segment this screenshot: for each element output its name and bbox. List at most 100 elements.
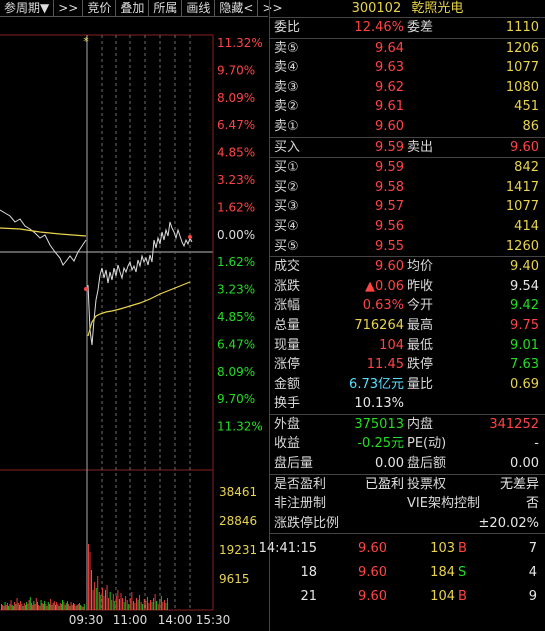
stat-label-2: 盘后额	[407, 456, 447, 472]
sell-level-row: 卖④ 9.63 1077	[270, 58, 545, 78]
expand-left-button[interactable]: >>	[54, 0, 84, 16]
info-row: 是否盈利 已盈利 投票权 无差异	[270, 475, 545, 495]
volume-bar	[26, 602, 28, 610]
volume-bar	[109, 592, 111, 610]
info-value: 已盈利	[364, 476, 404, 492]
draw-line-button[interactable]: 画线	[182, 0, 216, 16]
price-line	[87, 221, 193, 346]
volume-bar	[59, 603, 61, 610]
company-info: 是否盈利 已盈利 投票权 无差异 非注册制 VIE架构控制 否涨跌停比例 ±20.02%	[270, 475, 545, 534]
buy-level-label: 买③	[274, 199, 299, 215]
tick-time: 14:41:15	[258, 541, 317, 557]
stock-code: 300102	[351, 1, 402, 16]
volume-bar	[115, 596, 117, 610]
buy-volume: 1417	[505, 179, 539, 195]
volume-bar	[62, 600, 64, 610]
volume-bar	[40, 600, 42, 610]
volume-bar	[106, 585, 108, 610]
buy-price: 9.55	[375, 238, 404, 254]
tick-row: 21 9.60 104 B 9	[270, 585, 545, 609]
volume-bar	[117, 590, 119, 610]
intraday-chart[interactable]: * 11.32% 9.70% 8.09% 6.47% 4.85% 3.23% 1.62% 0.…	[0, 18, 270, 631]
hide-button[interactable]: 隐藏<	[215, 0, 259, 16]
info-label-2: VIE架构控制	[407, 496, 480, 512]
auction-button[interactable]: 竞价	[83, 0, 117, 16]
volume-bar	[41, 603, 43, 610]
percent-tick: 1.62%	[217, 255, 255, 269]
buy-level-row: 买⑤ 9.55 1260	[270, 237, 545, 257]
stat-value-2: 341252	[489, 416, 539, 432]
stat-value: 375013	[354, 416, 404, 432]
volume-bar	[20, 601, 22, 610]
volume-bar	[105, 590, 106, 610]
volume-bar	[65, 603, 67, 610]
volume-bar	[122, 598, 123, 610]
sell-level-row: 卖③ 9.62 1080	[270, 78, 545, 98]
info-label: 是否盈利	[274, 476, 327, 492]
percent-tick: 9.70%	[217, 392, 255, 406]
buy-volume: 414	[514, 218, 539, 234]
volume-bar	[13, 606, 14, 610]
volume-bar	[28, 600, 30, 610]
stat-row: 总量 716264 最高 9.75	[270, 316, 545, 336]
stat-label-2: 跌停	[407, 357, 434, 373]
buy-volume: 1260	[505, 238, 539, 254]
volume-bar	[47, 602, 49, 610]
volume-bar	[46, 606, 48, 610]
buy-level-label: 买④	[274, 218, 299, 234]
info-value-2: 无差异	[499, 476, 539, 492]
volume-bar	[123, 602, 125, 610]
tick-count: 7	[528, 541, 537, 557]
stat-row: 盘后量 0.00 盘后额 0.00	[270, 454, 545, 474]
volume-bar	[150, 600, 151, 610]
buy-volume: 842	[514, 160, 539, 176]
buy-volume: 1077	[505, 199, 539, 215]
period-menu[interactable]: 参周期▼	[0, 0, 55, 16]
stat-label: 涨幅	[274, 298, 301, 314]
stat-label-2: 内盘	[407, 416, 434, 432]
sell-level-label: 卖③	[274, 79, 299, 95]
stats-table-2: 外盘 375013 内盘 341252 收益 -0.25元 PE(动) - 盘后量 0.00 盘后额…	[270, 415, 545, 474]
stat-value: ▲0.06	[365, 278, 404, 294]
volume-bar	[16, 598, 18, 610]
volume-bar	[38, 605, 40, 610]
stat-row: 涨幅 0.63% 今开 9.42	[270, 296, 545, 316]
stat-label: 涨跌	[274, 278, 301, 294]
volume-bar	[14, 602, 16, 610]
stat-value-2: 9.01	[510, 337, 539, 353]
buyin-price: 9.59	[375, 139, 404, 155]
quote-panel: 300102 乾照光电 委比 12.46% 委差 1110 卖⑤ 9.64 1206…	[259, 0, 545, 631]
volume-bar	[82, 607, 84, 610]
sell-price: 9.60	[375, 118, 404, 134]
volume-bar	[146, 597, 148, 610]
volume-bar	[103, 596, 105, 610]
volume-bar	[119, 599, 120, 610]
buy-level-label: 买②	[274, 179, 299, 195]
volume-bar	[4, 602, 6, 610]
volume-bar	[10, 600, 12, 610]
stat-label: 盘后量	[274, 456, 314, 472]
sell-volume: 1206	[505, 40, 539, 56]
tick-price: 9.60	[358, 565, 387, 581]
volume-bar	[67, 601, 68, 610]
volume-bar	[63, 602, 65, 610]
volume-bar	[5, 605, 7, 610]
volume-bar	[37, 602, 38, 610]
stats-table: 成交 9.60 均价 9.40 涨跌 ▲0.06 昨收 9.54 涨幅 0.63% 今开 9.42 总量…	[270, 257, 545, 414]
stat-row: 涨停 11.45 跌停 7.63	[270, 355, 545, 375]
volume-bar	[11, 605, 13, 610]
volume-bar	[52, 603, 54, 610]
chart-toolbar: 参周期▼ >> 竞价 叠加 所属 画线 隐藏< >>	[0, 0, 283, 17]
volume-bar	[1, 604, 2, 610]
overlay-button[interactable]: 叠加	[116, 0, 150, 16]
volume-bar	[31, 603, 32, 610]
sector-button[interactable]: 所属	[149, 0, 183, 16]
volume-axis: 38461 28846 19231 9615	[219, 485, 257, 586]
tick-list[interactable]: 14:41:15 9.60 103 B 7 18 9.60 184 S 4 21 9.60 104 B 9	[259, 534, 545, 609]
volume-bar	[120, 593, 122, 610]
volume-bar	[50, 599, 52, 610]
volume-bar	[148, 603, 150, 610]
tick-row: 14:41:15 9.60 103 B 7	[259, 537, 545, 561]
premarket-price-line	[0, 209, 87, 266]
sell-level-row: 卖② 9.61 451	[270, 97, 545, 117]
